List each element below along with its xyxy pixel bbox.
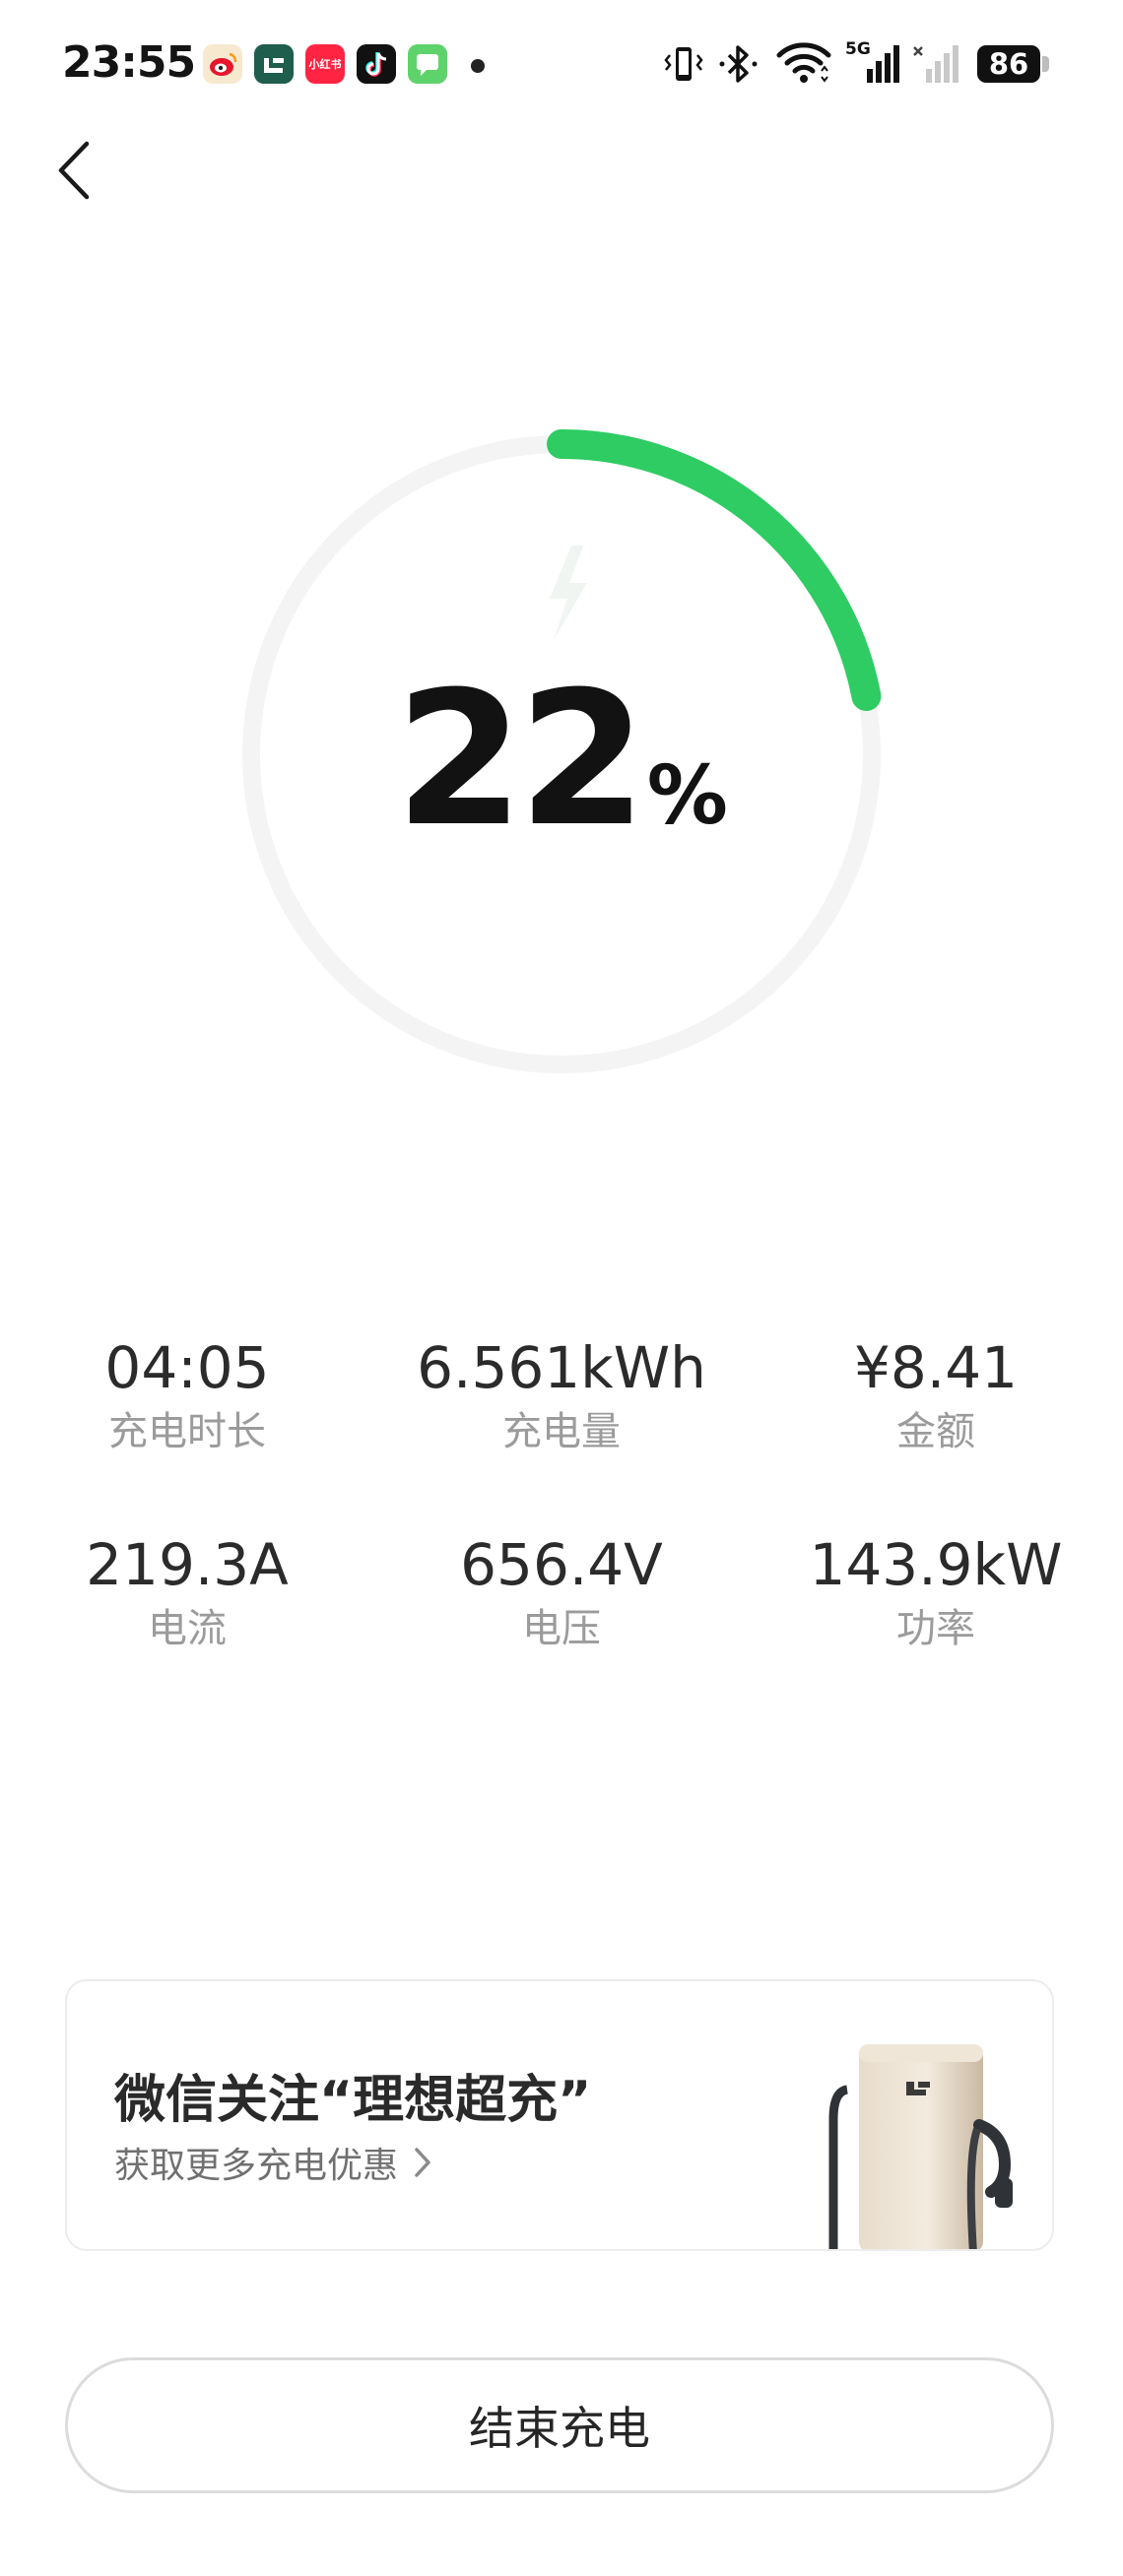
xiaohongshu-icon: 小红书 <box>305 44 345 84</box>
stat-value: 6.561kWh <box>417 1334 706 1401</box>
signal-secondary-icon <box>913 45 958 83</box>
stat-voltage: 656.4V 电压 <box>374 1536 749 1648</box>
stat-label: 金额 <box>896 1409 975 1454</box>
stat-label: 电流 <box>148 1606 227 1651</box>
stat-amount: ¥8.41 金额 <box>749 1339 1123 1451</box>
douyin-icon <box>357 44 396 84</box>
promo-title: 微信关注“理想超充” <box>114 2071 592 2130</box>
promo-subtitle: 获取更多充电优惠 <box>114 2146 399 2186</box>
chevron-right-icon <box>415 2148 430 2177</box>
signal-icon <box>867 45 899 83</box>
chevron-left-icon <box>58 141 90 200</box>
notification-dot <box>471 59 485 73</box>
wifi-icon <box>776 42 831 83</box>
stat-duration: 04:05 充电时长 <box>0 1339 374 1451</box>
promo-subtitle-row: 获取更多充电优惠 <box>114 2137 433 2188</box>
bluetooth-icon <box>719 45 758 83</box>
supercharger-illustration-icon <box>828 2044 1013 2249</box>
stat-label: 功率 <box>896 1606 975 1651</box>
stat-value: 219.3A <box>86 1531 289 1598</box>
stat-current: 219.3A 电流 <box>0 1536 374 1648</box>
wechat-follow-card[interactable]: 微信关注“理想超充” 获取更多充电优惠 <box>65 1979 1054 2251</box>
stat-label: 电压 <box>522 1606 601 1651</box>
lightning-icon <box>550 546 587 640</box>
status-bar: 23:55 小红书 5G 86 <box>0 0 1123 128</box>
stat-value: ¥8.41 <box>853 1334 1019 1401</box>
stat-value: 143.9kW <box>809 1531 1063 1598</box>
stat-energy: 6.561kWh 充电量 <box>374 1339 749 1451</box>
battery-tip <box>1042 56 1049 72</box>
charge-percent-value: 22 <box>395 652 647 868</box>
back-button[interactable] <box>45 136 104 205</box>
stat-label: 充电量 <box>502 1409 621 1454</box>
stat-label: 充电时长 <box>108 1409 266 1454</box>
li-auto-icon <box>254 44 294 84</box>
weibo-icon <box>203 44 242 84</box>
charge-percent: 22 % <box>0 668 1123 853</box>
battery-icon: 86 <box>977 45 1040 83</box>
end-charging-button[interactable]: 结束充电 <box>65 2357 1054 2493</box>
status-time: 23:55 <box>62 37 196 88</box>
stat-power: 143.9kW 功率 <box>749 1536 1123 1648</box>
stat-value: 656.4V <box>460 1531 663 1598</box>
vibrate-icon <box>664 47 703 81</box>
charge-percent-unit: % <box>646 749 728 843</box>
stat-value: 04:05 <box>104 1334 270 1401</box>
xiaohongshu-icon-label: 小红书 <box>308 58 342 71</box>
messages-icon <box>408 44 447 84</box>
